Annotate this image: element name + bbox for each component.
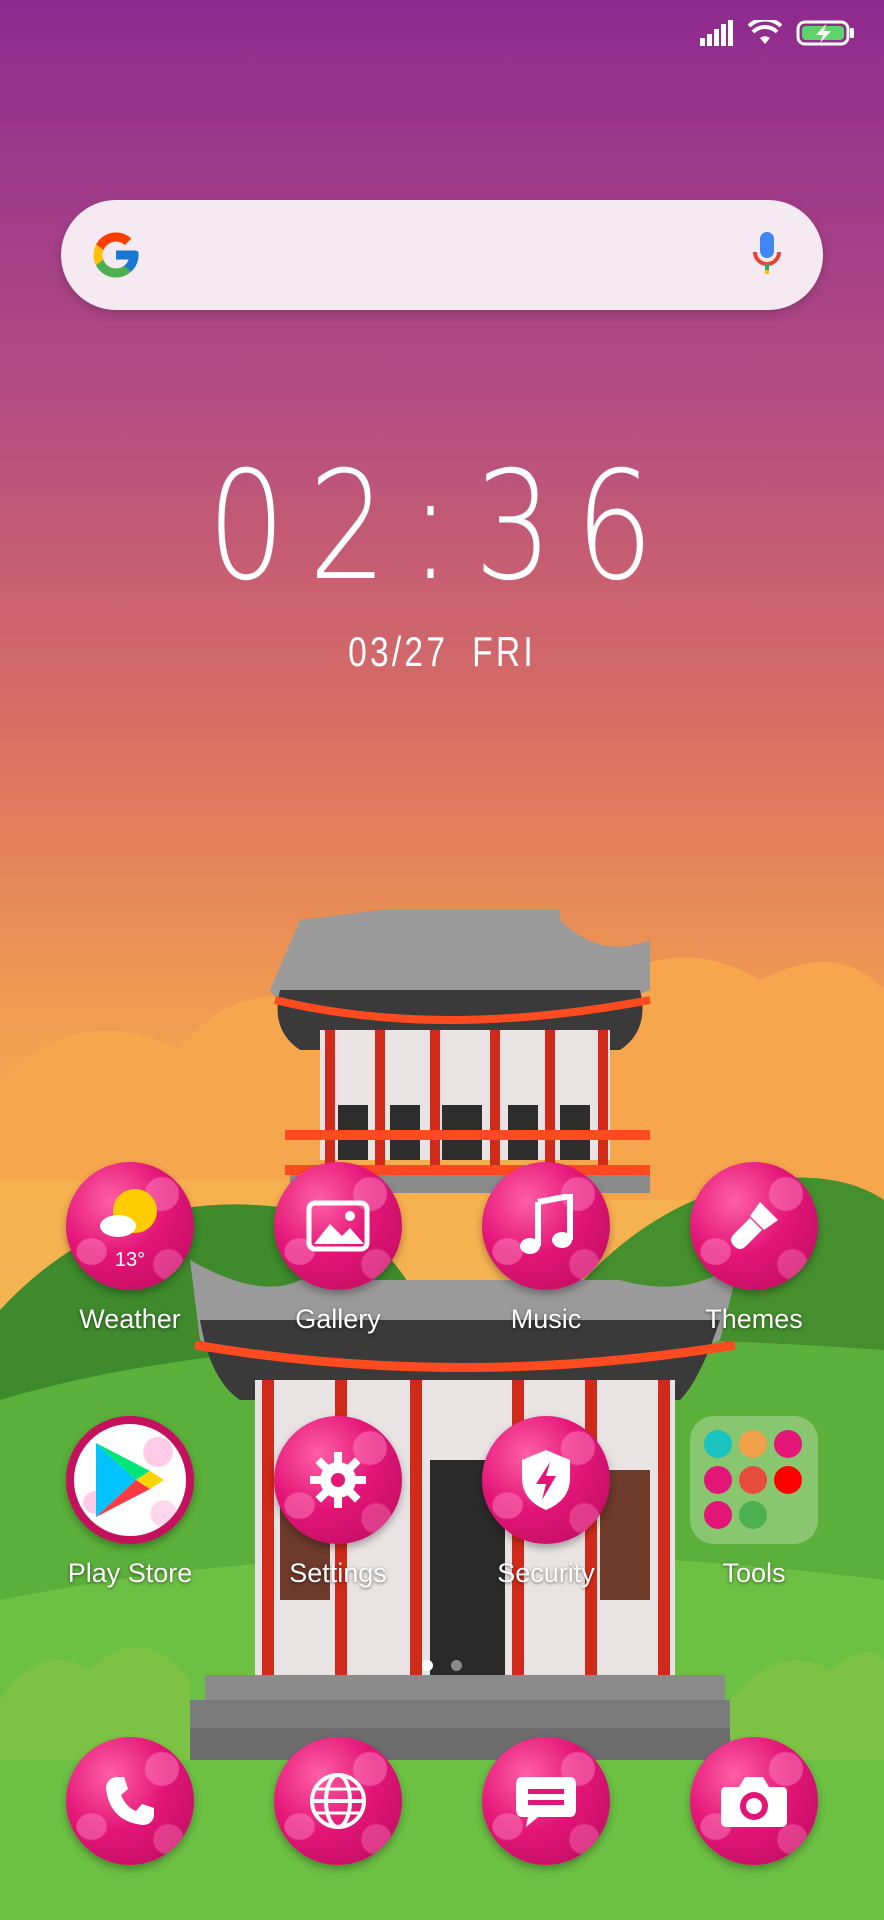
- app-label: Security: [497, 1558, 595, 1588]
- clock-date: 03/27 FRI: [88, 628, 795, 676]
- gear-icon: [274, 1416, 402, 1544]
- folder-icon: [690, 1416, 818, 1544]
- camera-icon: [690, 1737, 818, 1865]
- google-logo-icon: [89, 228, 143, 287]
- message-icon: [482, 1737, 610, 1865]
- page-dot-2[interactable]: [451, 1660, 462, 1671]
- mic-icon[interactable]: [751, 230, 783, 283]
- day-text: FRI: [472, 628, 536, 675]
- play-store-icon: [66, 1416, 194, 1544]
- weather-temp: 13°: [115, 1249, 145, 1271]
- app-label: Play Store: [67, 1558, 193, 1588]
- app-gallery[interactable]: Gallery: [258, 1162, 418, 1335]
- app-label: Themes: [705, 1304, 803, 1334]
- battery-charging-icon: [796, 20, 854, 46]
- search-bar[interactable]: [61, 200, 823, 310]
- app-label: Settings: [289, 1558, 387, 1588]
- app-weather[interactable]: 13° Weather: [50, 1162, 210, 1335]
- app-tools-folder[interactable]: Tools: [674, 1416, 834, 1589]
- page-indicator: [0, 1660, 884, 1671]
- app-security[interactable]: Security: [466, 1416, 626, 1589]
- paintbrush-icon: [690, 1162, 818, 1290]
- gallery-icon: [274, 1162, 402, 1290]
- app-settings[interactable]: Settings: [258, 1416, 418, 1589]
- clock-time[interactable]: 02:36: [80, 440, 805, 614]
- dock-browser[interactable]: [258, 1737, 418, 1865]
- app-label: Gallery: [295, 1304, 381, 1334]
- wifi-icon: [748, 20, 782, 46]
- dock-camera[interactable]: [674, 1737, 834, 1865]
- phone-icon: [66, 1737, 194, 1865]
- globe-icon: [274, 1737, 402, 1865]
- app-label: Weather: [79, 1304, 181, 1334]
- shield-bolt-icon: [482, 1416, 610, 1544]
- status-bar: [700, 20, 854, 46]
- app-label: Tools: [722, 1558, 786, 1588]
- app-music[interactable]: Music: [466, 1162, 626, 1335]
- weather-sun-cloud-icon: 13°: [66, 1162, 194, 1290]
- dock-phone[interactable]: [50, 1737, 210, 1865]
- app-play-store[interactable]: Play Store: [50, 1416, 210, 1589]
- page-dot-1[interactable]: [422, 1660, 433, 1671]
- date-text: 03/27: [348, 628, 449, 675]
- dock-messages[interactable]: [466, 1737, 626, 1865]
- music-icon: [482, 1162, 610, 1290]
- app-label: Music: [510, 1304, 582, 1334]
- signal-icon: [700, 20, 734, 46]
- app-themes[interactable]: Themes: [674, 1162, 834, 1335]
